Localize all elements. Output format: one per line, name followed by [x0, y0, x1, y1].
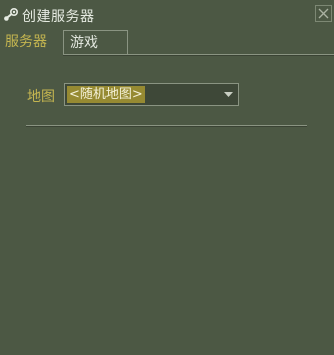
tab-baseline-shadow [63, 55, 334, 56]
chevron-down-icon [224, 92, 233, 97]
window-title: 创建服务器 [22, 9, 95, 25]
title-bar[interactable]: 创建服务器 [0, 0, 334, 30]
tab-server[interactable]: 服务器 [2, 30, 60, 55]
map-label: 地图 [27, 89, 55, 105]
steam-logo-icon [3, 7, 19, 22]
section-divider-shadow [26, 126, 307, 127]
map-select[interactable]: <随机地图> [64, 83, 239, 106]
close-icon [318, 8, 329, 19]
create-server-dialog: 创建服务器 服务器 游戏 地图 <随机地图> [0, 0, 334, 355]
close-button[interactable] [315, 5, 332, 22]
tab-bar: 服务器 游戏 [0, 30, 334, 57]
tab-game[interactable]: 游戏 [63, 30, 128, 54]
map-select-value: <随机地图> [67, 86, 145, 103]
